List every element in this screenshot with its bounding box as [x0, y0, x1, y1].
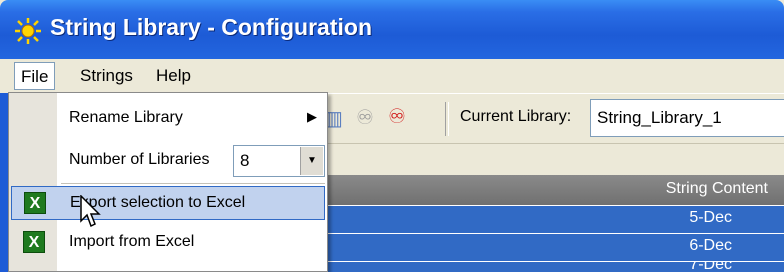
current-library-field[interactable]: String_Library_1 — [590, 99, 784, 137]
current-library-label: Current Library: — [460, 108, 572, 125]
column-header-string-content[interactable]: String Content — [666, 180, 768, 198]
find-next-icon[interactable]: ♾ — [388, 104, 406, 129]
menu-item-number-of-libraries: Number of Libraries 8 ▼ — [9, 141, 327, 181]
menu-item-label: Import from Excel — [69, 233, 195, 250]
excel-export-icon: X — [24, 192, 46, 214]
find-icon[interactable]: ♾ — [356, 105, 374, 130]
mouse-cursor-icon — [80, 195, 101, 228]
title-bar[interactable]: String Library - Configuration — [0, 0, 784, 59]
window-left-border — [0, 93, 8, 272]
submenu-arrow-icon: ▶ — [307, 109, 317, 124]
menu-help[interactable]: Help — [148, 62, 199, 90]
menu-file[interactable]: File — [14, 62, 56, 90]
file-menu-dropdown: Rename Library ▶ Number of Libraries 8 ▼… — [8, 92, 328, 272]
table-cell: 5-Dec — [689, 209, 732, 226]
menu-bar: File Strings Help — [8, 59, 784, 93]
dropdown-arrow-icon[interactable]: ▼ — [300, 147, 323, 175]
excel-import-icon: X — [23, 231, 45, 253]
table-cell: 6-Dec — [689, 237, 732, 254]
number-of-libraries-select[interactable]: 8 ▼ — [233, 145, 325, 177]
sun-icon — [15, 18, 41, 44]
window-title: String Library - Configuration — [50, 14, 372, 40]
number-of-libraries-value: 8 — [240, 151, 250, 170]
menu-item-import-from-excel[interactable]: X Import from Excel — [9, 223, 327, 263]
menu-item-label: Number of Libraries — [69, 151, 210, 168]
toolbar-separator — [445, 102, 449, 136]
menu-item-rename-library[interactable]: Rename Library ▶ — [9, 99, 327, 139]
menu-strings[interactable]: Strings — [72, 62, 141, 90]
table-cell: 7-Dec — [689, 261, 732, 272]
menu-item-export-to-excel[interactable]: X Export selection to Excel — [11, 186, 325, 220]
menu-item-label: Rename Library — [69, 109, 183, 126]
menu-divider — [61, 183, 325, 184]
